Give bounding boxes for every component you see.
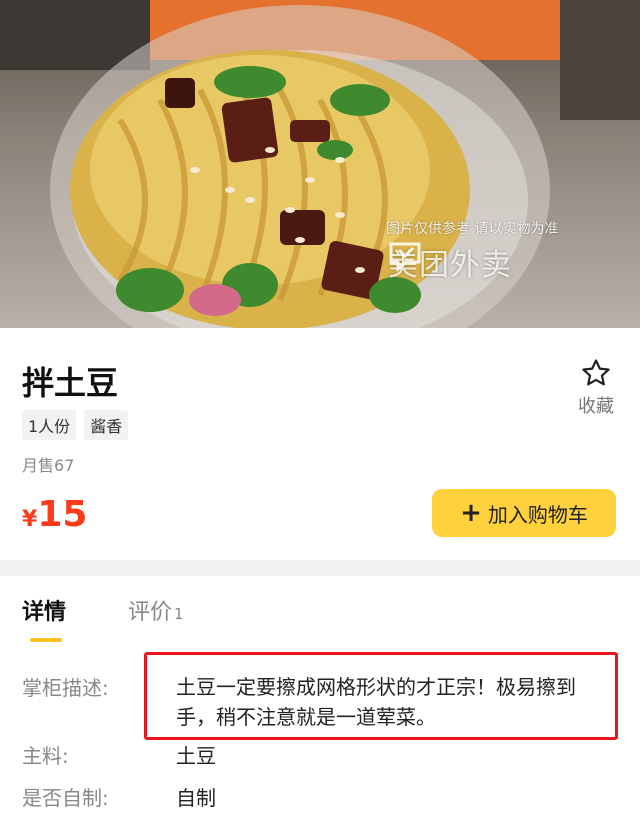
add-to-cart-label: 加入购物车 (487, 502, 588, 527)
product-photo: 图片仅供参考 请以实物为准 美团外卖 (0, 0, 640, 328)
product-info-card: 拌土豆 收藏 1人份 酱香 月售67 ¥15 + 加入购物车 (0, 328, 640, 560)
description-text: 土豆一定要擦成网格形状的才正宗！极易擦到手，稍不注意就是一道荤菜。 (176, 675, 576, 729)
detail-tabs: 详情 评价 1 (0, 576, 640, 642)
tab-detail[interactable]: 详情 (22, 594, 66, 626)
price-value: 15 (37, 494, 88, 535)
ingredient-value: 土豆 (176, 744, 216, 768)
product-price: ¥15 (22, 494, 87, 535)
favorite-label: 收藏 (578, 396, 614, 417)
tag-flavor: 酱香 (84, 410, 129, 440)
homemade-label: 是否自制: (22, 786, 109, 810)
detail-section: 详情 评价 1 掌柜描述: 土豆一定要擦成网格形状的才正宗！极易擦到手，稍不注意就… (0, 576, 640, 816)
tag-portion: 1人份 (22, 410, 77, 440)
tab-reviews-count: 1 (174, 605, 184, 623)
ingredient-label: 主料: (22, 744, 69, 768)
product-title: 拌土豆 (22, 364, 119, 402)
favorite-button[interactable]: 收藏 (570, 358, 622, 418)
active-tab-indicator (30, 638, 62, 642)
homemade-value: 自制 (176, 786, 216, 810)
tab-reviews[interactable]: 评价 1 (128, 594, 184, 626)
photo-disclaimer-watermark: 图片仅供参考 请以实物为准 (386, 221, 559, 237)
food-illustration (0, 0, 640, 328)
star-icon (582, 359, 610, 386)
add-to-cart-button[interactable]: + 加入购物车 (432, 489, 616, 537)
price-currency: ¥ (22, 507, 38, 532)
product-tags: 1人份 酱香 (22, 410, 129, 440)
description-label: 掌柜描述: (22, 676, 109, 700)
meituan-logo-icon (389, 242, 421, 272)
tab-reviews-label: 评价 (128, 600, 173, 625)
plus-icon: + (460, 498, 482, 528)
brand-watermark: 美团外卖 (388, 240, 512, 284)
monthly-sales: 月售67 (22, 456, 75, 475)
